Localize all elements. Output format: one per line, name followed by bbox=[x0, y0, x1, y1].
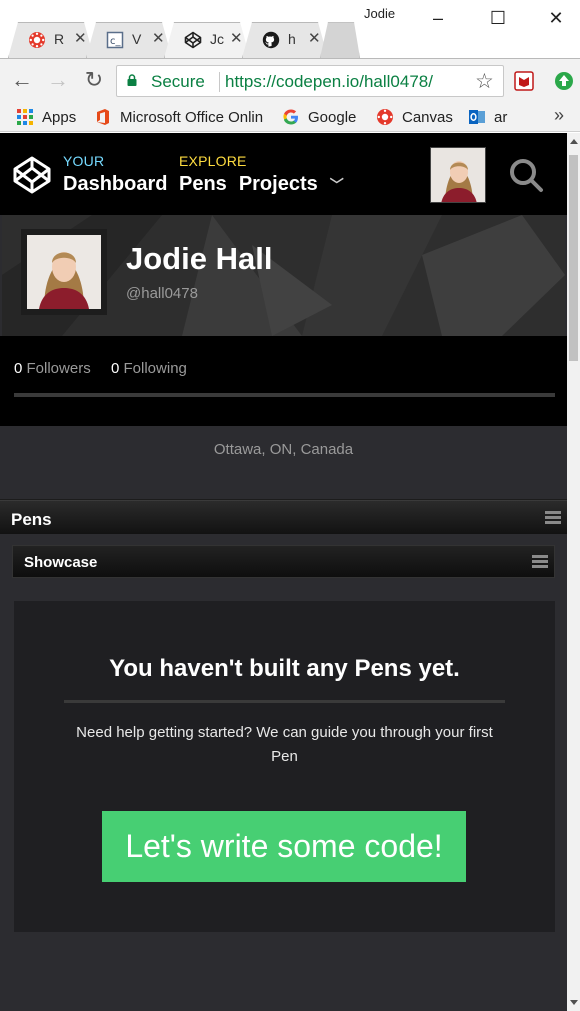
empty-state-panel: You haven't built any Pens yet. Need hel… bbox=[14, 601, 555, 932]
profile-handle: @hall0478 bbox=[126, 285, 198, 302]
close-tab-icon[interactable]: ✕ bbox=[308, 29, 321, 47]
menu-icon[interactable] bbox=[545, 511, 561, 525]
followers-link[interactable]: 0 Followers bbox=[14, 360, 91, 377]
bookmark-google[interactable]: Google bbox=[282, 107, 356, 127]
follow-stats: 0 Followers 0 Following bbox=[0, 336, 567, 426]
scroll-up-arrow-icon[interactable] bbox=[570, 139, 578, 144]
close-tab-icon[interactable]: ✕ bbox=[74, 29, 87, 47]
back-icon[interactable]: ← bbox=[10, 69, 34, 93]
profile-name[interactable]: Jodie bbox=[364, 6, 395, 21]
close-window-icon[interactable]: ✕ bbox=[546, 8, 566, 28]
google-icon bbox=[283, 109, 298, 125]
profile-photo bbox=[27, 235, 101, 309]
pens-section-title: Pens bbox=[11, 510, 52, 529]
tab-codepen[interactable]: Jc ✕ bbox=[164, 22, 250, 58]
page-scrollbar[interactable] bbox=[567, 133, 580, 1011]
tab-github[interactable]: h ✕ bbox=[242, 22, 328, 58]
nav-explore: EXPLORE Pens Projects ﹀ bbox=[179, 153, 356, 196]
profile-avatar[interactable] bbox=[21, 229, 107, 315]
svg-text:c_: c_ bbox=[110, 36, 121, 47]
scrollbar-thumb[interactable] bbox=[569, 155, 578, 361]
codepen-logo-icon[interactable] bbox=[12, 155, 52, 195]
bookmarks-overflow-icon[interactable]: » bbox=[554, 105, 564, 126]
tab-cs-doc[interactable]: c_ V ✕ bbox=[86, 22, 172, 58]
new-tab-button[interactable] bbox=[320, 22, 360, 58]
tab-canvas[interactable]: R ✕ bbox=[8, 22, 94, 58]
url-text[interactable]: https://codepen.io/hall0478/ bbox=[225, 72, 433, 92]
showcase-section-header: Showcase bbox=[12, 545, 555, 578]
profile-header: Jodie Hall @hall0478 bbox=[2, 215, 565, 336]
forward-icon[interactable]: → bbox=[46, 69, 70, 93]
menu-icon[interactable] bbox=[532, 555, 548, 569]
bookmarks-bar: Apps Microsoft Office Onlin Google Canva… bbox=[0, 102, 580, 132]
codepen-icon bbox=[184, 31, 202, 49]
browser-toolbar: ← → ↻ Secure https://codepen.io/hall0478… bbox=[0, 58, 580, 102]
tab-title: V bbox=[132, 31, 142, 47]
write-code-button[interactable]: Let's write some code! bbox=[102, 811, 466, 882]
nav-dashboard-link[interactable]: Dashboard bbox=[63, 173, 167, 195]
divider bbox=[64, 700, 505, 703]
reload-icon[interactable]: ↻ bbox=[82, 69, 106, 93]
browser-window: R ✕ c_ V ✕ Jc ✕ h ✕ Jodie – ☐ ✕ ← → ↻ Se… bbox=[0, 0, 580, 1011]
bookmark-canvas[interactable]: Canvas bbox=[376, 107, 453, 127]
divider bbox=[14, 393, 555, 397]
site-header: YOUR Dashboard EXPLORE Pens Projects ﹀ bbox=[0, 133, 567, 215]
url-path: /hall0478/ bbox=[359, 72, 433, 91]
minimize-icon[interactable]: – bbox=[428, 8, 448, 28]
address-bar[interactable]: Secure https://codepen.io/hall0478/ ☆ bbox=[116, 65, 504, 97]
showcase-title: Showcase bbox=[24, 554, 98, 571]
maximize-icon[interactable]: ☐ bbox=[488, 8, 508, 28]
bookmark-star-icon[interactable]: ☆ bbox=[475, 69, 494, 94]
empty-state-help-text: Need help getting started? We can guide … bbox=[76, 724, 493, 765]
github-icon bbox=[262, 31, 280, 49]
tab-title: h bbox=[288, 31, 296, 47]
avatar-photo bbox=[431, 148, 485, 202]
tab-title: R bbox=[54, 31, 65, 47]
bookmark-label: ar bbox=[494, 108, 508, 126]
close-tab-icon[interactable]: ✕ bbox=[152, 29, 165, 47]
followers-label: Followers bbox=[26, 360, 91, 377]
search-icon[interactable] bbox=[508, 157, 544, 193]
nav-explore-label: EXPLORE bbox=[179, 153, 247, 169]
outlook-icon bbox=[469, 110, 485, 124]
followers-count: 0 bbox=[14, 360, 23, 377]
bookmark-label: Microsoft Office Onlin bbox=[120, 108, 264, 126]
following-label: Following bbox=[123, 360, 187, 377]
apps-grid-icon bbox=[17, 109, 33, 125]
pens-section-header: Pens bbox=[0, 500, 567, 534]
url-host: https://codepen.io bbox=[225, 72, 360, 91]
scroll-down-arrow-icon[interactable] bbox=[570, 1000, 578, 1005]
omnibox-divider bbox=[219, 72, 220, 92]
following-count: 0 bbox=[111, 360, 120, 377]
canvas-icon bbox=[29, 32, 45, 48]
mcafee-extension-icon[interactable] bbox=[514, 71, 534, 91]
codepen-page: YOUR Dashboard EXPLORE Pens Projects ﹀ J… bbox=[0, 133, 567, 1011]
nav-your-label: YOUR bbox=[63, 153, 105, 169]
office-icon bbox=[97, 109, 109, 125]
canvas-icon bbox=[377, 109, 393, 125]
secure-label: Secure bbox=[151, 72, 205, 91]
bookmark-apps[interactable]: Apps bbox=[16, 107, 76, 127]
tab-strip: R ✕ c_ V ✕ Jc ✕ h ✕ bbox=[8, 22, 360, 58]
bookmark-label: Canvas bbox=[402, 108, 453, 126]
following-link[interactable]: 0 Following bbox=[111, 360, 187, 377]
empty-state-title: You haven't built any Pens yet. bbox=[109, 655, 460, 682]
close-tab-icon[interactable]: ✕ bbox=[230, 29, 243, 47]
user-avatar[interactable] bbox=[430, 147, 486, 203]
chevron-down-icon[interactable]: ﹀ bbox=[330, 175, 344, 195]
title-bar: R ✕ c_ V ✕ Jc ✕ h ✕ Jodie – ☐ ✕ bbox=[0, 0, 580, 58]
profile-name: Jodie Hall bbox=[126, 241, 273, 276]
bookmark-label: Google bbox=[308, 108, 357, 126]
bookmark-label: Apps bbox=[42, 108, 77, 126]
nav-projects-link[interactable]: Projects bbox=[239, 173, 318, 195]
bookmark-outlook[interactable]: ar bbox=[468, 107, 507, 127]
nav-your: YOUR Dashboard bbox=[63, 153, 179, 196]
cs-doc-icon: c_ bbox=[106, 31, 124, 49]
lock-icon bbox=[127, 74, 137, 86]
tab-title: Jc bbox=[210, 31, 224, 47]
bookmark-office[interactable]: Microsoft Office Onlin bbox=[94, 107, 264, 127]
update-extension-icon[interactable] bbox=[554, 71, 574, 91]
profile-location: Ottawa, ON, Canada bbox=[0, 426, 567, 500]
nav-pens-link[interactable]: Pens bbox=[179, 173, 227, 195]
